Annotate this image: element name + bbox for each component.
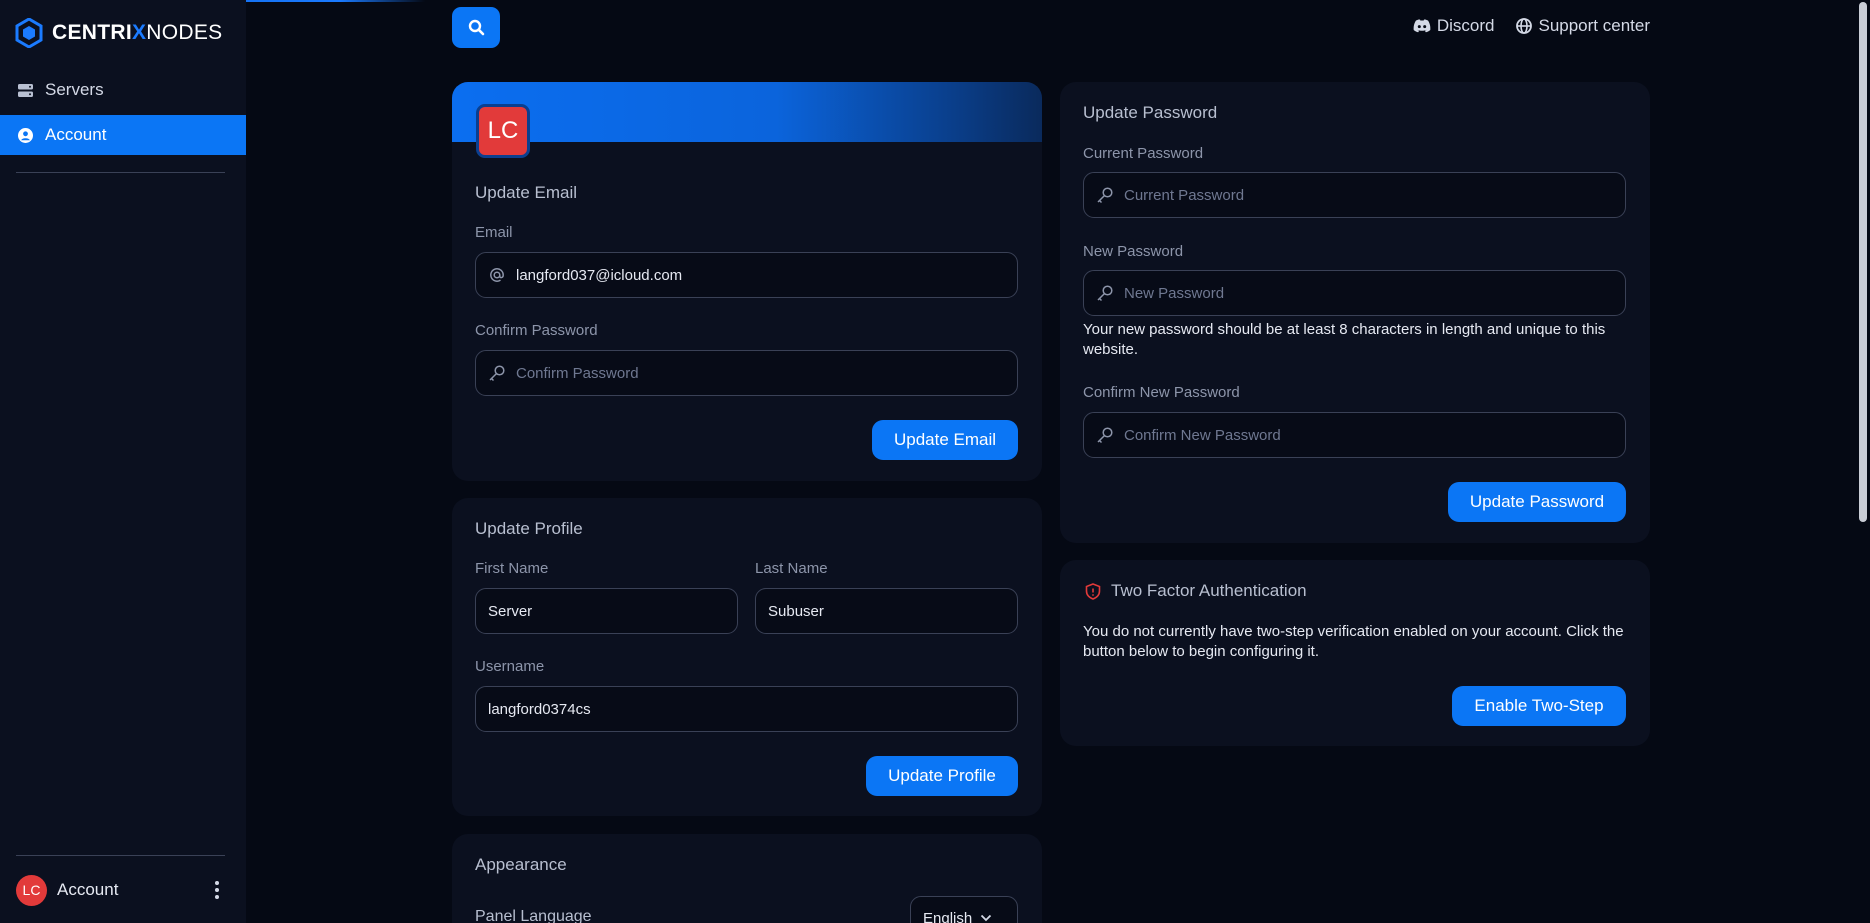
confirm-new-password-field[interactable]: Confirm New Password: [1083, 412, 1626, 458]
username-label: Username: [475, 658, 545, 675]
confirm-password-field[interactable]: Confirm Password: [475, 350, 1018, 396]
profile-banner: [452, 82, 1042, 142]
username-value: langford0374cs: [488, 700, 591, 718]
two-factor-description: You do not currently have two-step verif…: [1083, 623, 1624, 660]
confirm-password-placeholder: Confirm Password: [516, 364, 639, 382]
sidebar-item-servers[interactable]: Servers: [0, 70, 246, 110]
email-value: langford037@icloud.com: [516, 266, 683, 284]
card-title: Appearance: [475, 855, 567, 874]
card-title: Update Profile: [475, 519, 583, 538]
avatar: LC: [476, 104, 530, 158]
current-password-label: Current Password: [1083, 145, 1204, 162]
enable-two-step-button[interactable]: Enable Two-Step: [1452, 686, 1626, 726]
update-password-card: Update Password Current Password Current…: [1060, 82, 1650, 543]
email-field[interactable]: langford037@icloud.com: [475, 252, 1018, 298]
key-icon: [1096, 426, 1114, 444]
new-password-field[interactable]: New Password: [1083, 270, 1626, 316]
support-center-label: Support center: [1538, 16, 1650, 35]
chevron-down-icon: [981, 914, 992, 922]
new-password-label: New Password: [1083, 243, 1184, 260]
discord-label: Discord: [1436, 16, 1495, 35]
more-options-icon[interactable]: [209, 880, 225, 900]
user-circle-icon: [18, 127, 33, 143]
password-help-text: Your new password should be at least 8 c…: [1083, 321, 1606, 358]
last-name-field[interactable]: Subuser: [755, 588, 1018, 634]
search-button[interactable]: [452, 7, 500, 48]
first-name-value: Server: [488, 602, 533, 620]
brand-logo[interactable]: CENTRIXNODES: [14, 18, 222, 48]
card-title: Update Password: [1083, 103, 1218, 122]
first-name-label: First Name: [475, 560, 549, 577]
current-password-placeholder: Current Password: [1124, 186, 1245, 204]
key-icon: [1096, 186, 1114, 204]
sidebar-item-label: Account: [45, 125, 107, 144]
brand-name: CENTRIXNODES: [52, 21, 223, 44]
update-password-button[interactable]: Update Password: [1448, 482, 1626, 522]
support-center-link[interactable]: Support center: [1516, 16, 1650, 36]
update-profile-card: Update Profile First Name Server Last Na…: [452, 498, 1042, 816]
account-label: Account: [57, 880, 119, 899]
confirm-password-label: Confirm Password: [475, 322, 598, 339]
first-name-field[interactable]: Server: [475, 588, 738, 634]
appearance-card: Appearance Panel Language English: [452, 834, 1042, 923]
last-name-value: Subuser: [768, 602, 824, 620]
avatar: LC: [16, 874, 47, 906]
username-field[interactable]: langford0374cs: [475, 686, 1018, 732]
search-icon: [468, 19, 484, 36]
update-profile-button[interactable]: Update Profile: [866, 756, 1018, 796]
last-name-label: Last Name: [755, 560, 828, 577]
sidebar-divider: [16, 855, 225, 856]
sidebar-item-label: Servers: [45, 80, 104, 99]
sidebar: CENTRIXNODES Servers Account LC Account: [0, 0, 246, 923]
page-scrollbar[interactable]: [1859, 2, 1867, 522]
language-select[interactable]: English: [910, 896, 1018, 923]
panel-language-label: Panel Language: [475, 908, 592, 923]
discord-icon: [1413, 19, 1431, 33]
key-icon: [488, 364, 506, 382]
top-links: Discord Support center: [1413, 16, 1650, 36]
confirm-new-password-label: Confirm New Password: [1083, 384, 1240, 401]
sidebar-account[interactable]: LC Account: [16, 874, 225, 906]
sidebar-item-account[interactable]: Account: [0, 115, 246, 155]
update-email-card: LC Update Email Email langford037@icloud…: [452, 82, 1042, 481]
sidebar-divider: [16, 172, 225, 173]
server-icon: [18, 83, 33, 98]
shield-icon: [1085, 583, 1101, 600]
card-title: Update Email: [475, 183, 578, 202]
two-factor-card: Two Factor Authentication You do not cur…: [1060, 560, 1650, 746]
globe-icon: [1516, 18, 1533, 34]
update-email-button[interactable]: Update Email: [872, 420, 1018, 460]
confirm-new-password-placeholder: Confirm New Password: [1124, 426, 1281, 444]
card-title: Two Factor Authentication: [1111, 581, 1307, 600]
discord-link[interactable]: Discord: [1413, 16, 1495, 36]
logo-icon: [15, 18, 43, 48]
email-label: Email: [475, 224, 513, 241]
new-password-placeholder: New Password: [1124, 284, 1225, 302]
at-icon: [488, 266, 506, 284]
current-password-field[interactable]: Current Password: [1083, 172, 1626, 218]
language-value: English: [923, 909, 973, 923]
key-icon: [1096, 284, 1114, 302]
